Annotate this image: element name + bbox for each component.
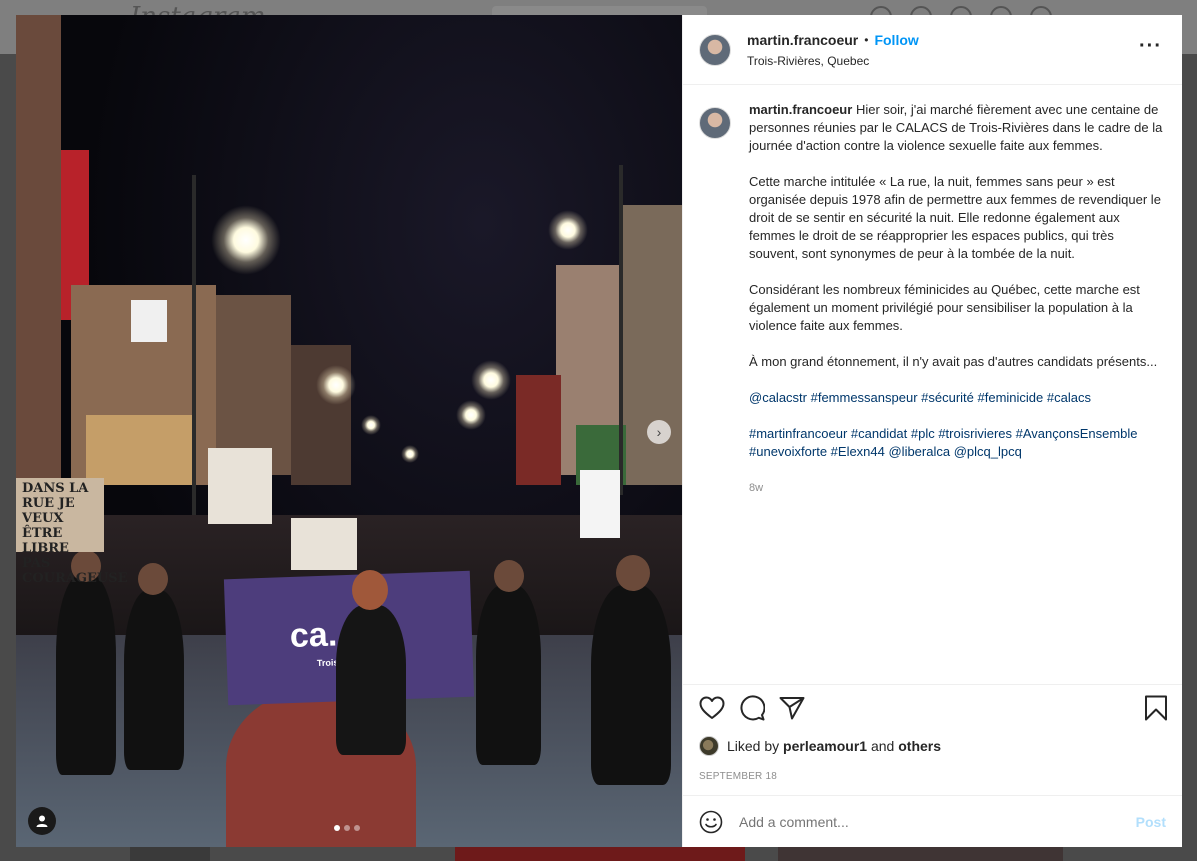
- carousel-dot: [334, 825, 340, 831]
- carousel-indicator: [334, 825, 360, 831]
- photo-protest-sign: DANS LA RUE JE VEUX ÊTRE LIBRE PAS COURA…: [16, 478, 128, 586]
- photo-street-light: [456, 400, 486, 430]
- post-side-panel: martin.francoeur • Follow Trois-Rivières…: [682, 15, 1182, 847]
- comment-bar: Post: [683, 795, 1182, 847]
- carousel-dot: [354, 825, 360, 831]
- heart-icon[interactable]: [699, 696, 725, 720]
- likes-summary: Liked by perleamour1 and others: [699, 736, 941, 756]
- photo-street-light: [401, 445, 419, 463]
- caption-username[interactable]: martin.francoeur: [749, 102, 852, 117]
- more-options-icon[interactable]: ···: [1139, 36, 1162, 56]
- photo-street-light: [548, 210, 588, 250]
- liker-username[interactable]: perleamour1: [783, 738, 867, 754]
- next-photo-button[interactable]: ›: [647, 420, 671, 444]
- photo-protest-sign: [291, 518, 357, 570]
- author-username[interactable]: martin.francoeur: [747, 32, 858, 48]
- caption-text: martin.francoeur Hier soir, j'ai marché …: [749, 101, 1166, 497]
- caption-area: martin.francoeur Hier soir, j'ai marché …: [683, 85, 1182, 684]
- author-info: martin.francoeur • Follow Trois-Rivières…: [747, 32, 919, 68]
- liker-avatar[interactable]: [699, 736, 719, 756]
- bookmark-icon[interactable]: [1144, 695, 1168, 721]
- post-actions: Liked by perleamour1 and others SEPTEMBE…: [683, 684, 1182, 795]
- photo-street-light: [316, 365, 356, 405]
- likes-others-link[interactable]: others: [898, 738, 941, 754]
- separator-dot: •: [864, 32, 869, 47]
- photo-protest-sign: [208, 448, 272, 524]
- caption-hashtags-2[interactable]: #martinfrancoeur #candidat #plc #troisri…: [749, 425, 1166, 461]
- photo-marcher: [124, 590, 184, 770]
- photo-marcher: [336, 605, 406, 755]
- photo-storefront: [86, 415, 196, 485]
- photo-marcher-head: [138, 563, 168, 595]
- likes-connector: and: [870, 738, 895, 754]
- caption-paragraph-4: À mon grand étonnement, il n'y avait pas…: [749, 354, 1158, 369]
- tagged-users-button[interactable]: [28, 807, 56, 835]
- post-modal: ca. Trois DANS LA RUE JE VEUX ÊTRE LIBRE…: [16, 15, 1182, 847]
- comment-bubble-icon[interactable]: [739, 695, 765, 721]
- save-button[interactable]: [1144, 695, 1168, 721]
- photo-lamp-pole: [619, 165, 623, 495]
- follow-button[interactable]: Follow: [874, 32, 918, 48]
- photo-marcher: [476, 585, 541, 765]
- emoji-smile-icon[interactable]: [699, 810, 723, 834]
- background-thumbnail: [778, 846, 1063, 861]
- caption-paragraph: martin.francoeur Hier soir, j'ai marché …: [749, 101, 1166, 155]
- photo-street-light: [471, 360, 511, 400]
- paper-plane-icon[interactable]: [779, 696, 805, 720]
- author-row: martin.francoeur • Follow: [747, 32, 919, 48]
- caption-author-avatar[interactable]: [699, 107, 731, 139]
- likes-prefix: Liked by: [727, 738, 780, 754]
- photo-banner-text: ca.: [289, 615, 338, 656]
- post-photo[interactable]: ca. Trois DANS LA RUE JE VEUX ÊTRE LIBRE…: [16, 15, 682, 847]
- photo-marcher-head: [616, 555, 650, 591]
- photo-street-light: [361, 415, 381, 435]
- action-icons: [699, 695, 805, 721]
- caption: martin.francoeur Hier soir, j'ai marché …: [699, 101, 1166, 497]
- photo-street-light: [211, 205, 281, 275]
- photo-protest-sign: [580, 470, 620, 538]
- photo-marcher: [591, 585, 671, 785]
- post-date: SEPTEMBER 18: [699, 771, 777, 782]
- caption-paragraph-2: Cette marche intitulée « La rue, la nuit…: [749, 174, 1161, 261]
- photo-sign: [131, 300, 167, 342]
- background-thumbnail: [130, 846, 210, 861]
- author-avatar[interactable]: [699, 33, 731, 66]
- photo-building: [621, 205, 682, 485]
- photo-marcher-head: [494, 560, 524, 592]
- caption-paragraph-3: Considérant les nombreux féminicides au …: [749, 282, 1140, 333]
- caption-hashtags-1[interactable]: @calacstr #femmessanspeur #sécurité #fem…: [749, 389, 1166, 407]
- user-tag-icon: [36, 815, 48, 827]
- post-location[interactable]: Trois-Rivières, Quebec: [747, 54, 919, 68]
- carousel-dot: [344, 825, 350, 831]
- post-comment-button[interactable]: Post: [1136, 814, 1166, 830]
- photo-lamp-pole: [192, 175, 196, 535]
- photo-building: [516, 375, 561, 485]
- caption-time-ago: 8w: [749, 482, 764, 494]
- photo-building: [16, 15, 61, 485]
- post-header: martin.francoeur • Follow Trois-Rivières…: [683, 15, 1182, 85]
- background-thumbnail: [455, 846, 745, 861]
- photo-marcher-head: [352, 570, 388, 610]
- photo-marcher: [56, 575, 116, 775]
- chevron-right-icon: ›: [656, 424, 662, 440]
- comment-input[interactable]: [739, 813, 1136, 830]
